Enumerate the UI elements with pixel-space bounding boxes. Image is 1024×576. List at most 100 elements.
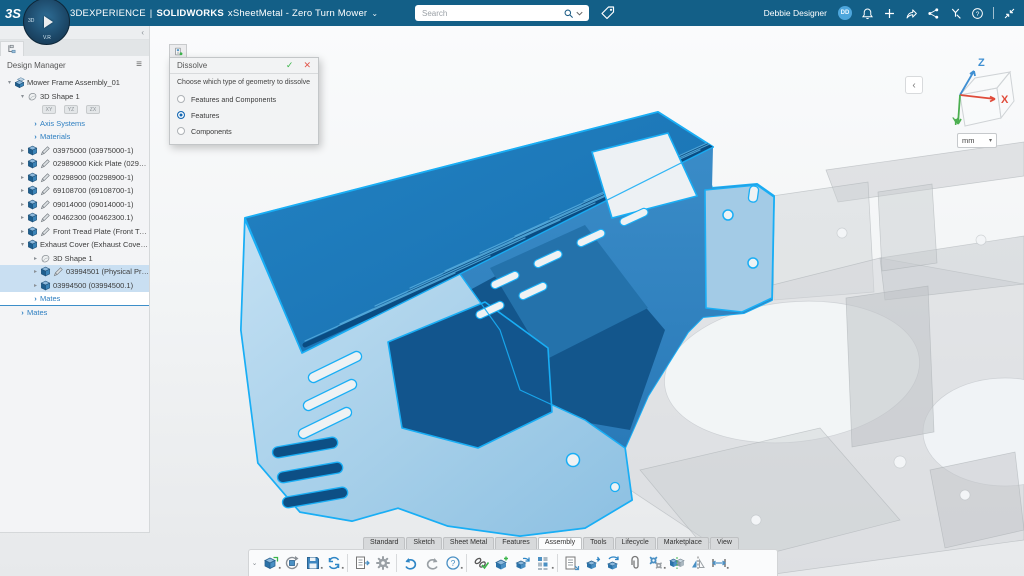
tree-chevron-icon[interactable]: ▸ [18,174,27,181]
tree-row[interactable]: › Materials [0,130,149,144]
tree-item-label[interactable]: Mates [40,294,60,303]
tree-chevron-icon[interactable]: ▸ [18,228,27,235]
measure-icon[interactable]: ▪ [708,553,729,574]
rotate-component-icon[interactable] [603,553,624,574]
tree-row[interactable]: ▸ 03994501 (Physical Produc... [0,265,149,279]
dialog-ok-icon[interactable]: ✓ [286,60,294,71]
dialog-header[interactable]: Dissolve ✓ ✕ [170,58,318,74]
tree-chevron-icon[interactable]: ▾ [5,79,14,86]
tree-chevron-icon[interactable]: ▸ [31,268,40,275]
units-dropdown[interactable]: mm ▾ [957,133,997,148]
app-title[interactable]: 3DEXPERIENCE | SOLIDWORKS xSheetMetal - … [70,8,378,19]
add-content-icon[interactable] [883,7,896,20]
tree-chevron-icon[interactable]: ▾ [18,241,27,248]
structure-list-icon[interactable] [561,553,582,574]
tree-item-label[interactable]: Materials [40,132,70,141]
settings-gear-icon[interactable] [372,553,393,574]
tree-item-label[interactable]: Front Tread Plate (Front Tread ... [53,227,149,236]
dropdown-dot[interactable]: ▪ [461,567,463,571]
plane-chip[interactable]: YZ [64,105,78,114]
update-sync-icon[interactable]: ▪ [323,553,344,574]
help-circle-icon[interactable] [971,7,984,20]
mate-icon[interactable] [666,553,687,574]
ribbon-tab[interactable]: Standard [363,537,405,549]
tree-chevron-icon[interactable]: ▸ [31,282,40,289]
radio-button[interactable] [177,127,185,135]
radio-option[interactable]: Components [177,123,311,139]
right-panel-collapse-button[interactable]: ‹ [905,76,923,94]
swym-communities-icon[interactable] [949,7,962,20]
tag-icon[interactable] [600,5,616,21]
tree-chevron-icon[interactable]: ▸ [18,160,27,167]
toolbar-collapse-chevron[interactable]: ⌄ [249,559,260,567]
undo-icon[interactable] [400,553,421,574]
tree-row[interactable]: ▸ 02989000 Kick Plate (0298900... [0,157,149,171]
tree-row[interactable]: ▸ 09014000 (09014000-1) [0,198,149,212]
tree-item-label[interactable]: 3D Shape 1 [53,254,93,263]
app-menu-chevron-icon[interactable]: ⌄ [371,9,378,18]
tree-item-label[interactable]: 03975000 (03975000-1) [53,146,134,155]
tree-row[interactable]: ▾ Mower Frame Assembly_01 [0,76,149,90]
tree-row[interactable]: XY YZ ZX [0,103,149,117]
tree-chevron-icon[interactable]: ▸ [18,147,27,154]
ribbon-tab[interactable]: Lifecycle [615,537,656,549]
attach-icon[interactable] [624,553,645,574]
properties-icon[interactable] [351,553,372,574]
replace-component-icon[interactable] [512,553,533,574]
tree-row[interactable]: ▾ Exhaust Cover (Exhaust Cover.1) [0,238,149,252]
panel-collapse-chevron[interactable]: ‹ [141,28,144,37]
tree-row[interactable]: ▸ 03994500 (03994500.1) [0,279,149,293]
tree-chevron-icon[interactable]: › [31,119,40,128]
ribbon-tab[interactable]: Features [495,537,537,549]
3ds-logo[interactable]: 3S [0,6,26,21]
tab-design-manager[interactable] [0,41,24,56]
collaborate-network-icon[interactable] [927,7,940,20]
dialog-tab[interactable] [169,44,187,58]
tree-row[interactable]: ▸ 00298900 (00298900-1) [0,171,149,185]
redo-icon[interactable] [421,553,442,574]
3dexperience-compass[interactable]: 3D V.R [23,0,70,45]
tree-item-label[interactable]: Axis Systems [40,119,85,128]
tree-item-label[interactable]: 09014000 (09014000-1) [53,200,134,209]
view-cube[interactable]: Z X Y [925,52,1020,127]
tree-chevron-icon[interactable]: › [31,294,40,303]
tree-row[interactable]: ▸ Front Tread Plate (Front Tread ... [0,225,149,239]
plane-chip[interactable]: XY [42,105,56,114]
tree-row[interactable]: ▸ 03975000 (03975000-1) [0,144,149,158]
mirror-icon[interactable] [687,553,708,574]
ribbon-tab[interactable]: View [710,537,739,549]
dropdown-dot[interactable]: ▪ [342,567,344,571]
tree-item-label[interactable]: 3D Shape 1 [40,92,80,101]
tree-row[interactable]: ▸ 69108700 (69108700-1) [0,184,149,198]
open-revision-icon[interactable] [281,553,302,574]
tree-item-label[interactable]: 69108700 (69108700-1) [53,186,134,195]
dropdown-dot[interactable]: ▪ [552,567,554,571]
notifications-bell-icon[interactable] [861,7,874,20]
tree-item-label[interactable]: Mates [27,308,47,317]
tree-chevron-icon[interactable]: › [31,132,40,141]
tree-item-label[interactable]: Mower Frame Assembly_01 [27,78,120,87]
tree-row[interactable]: › Mates [0,306,149,320]
collapse-window-icon[interactable] [1003,7,1016,20]
tree-item-label[interactable]: 00462300 (00462300.1) [53,213,133,222]
search-icon[interactable] [563,8,574,19]
user-name[interactable]: Debbie Designer [764,8,827,18]
tree-row[interactable]: › Axis Systems [0,117,149,131]
tree-chevron-icon[interactable]: ▸ [18,187,27,194]
verify-links-icon[interactable] [470,553,491,574]
tree-chevron-icon[interactable]: ▸ [18,201,27,208]
tree-chevron-icon[interactable]: ▸ [18,214,27,221]
tree-item-label[interactable]: 03994501 (Physical Produc... [66,267,149,276]
search-chevron-icon[interactable] [574,8,585,19]
share-icon[interactable] [905,7,918,20]
search-bar[interactable] [415,5,589,21]
save-icon[interactable]: ▪ [302,553,323,574]
tree-item-label[interactable]: 00298900 (00298900-1) [53,173,134,182]
tree-chevron-icon[interactable]: ▸ [31,255,40,262]
import-content-icon[interactable]: ▪ [260,553,281,574]
ribbon-tab[interactable]: Assembly [538,537,582,549]
avatar[interactable]: DD [838,6,852,20]
panel-menu-icon[interactable]: ≡ [136,61,142,69]
dialog-close-icon[interactable]: ✕ [303,60,311,71]
tree-row[interactable]: ▾ 3D Shape 1 [0,90,149,104]
